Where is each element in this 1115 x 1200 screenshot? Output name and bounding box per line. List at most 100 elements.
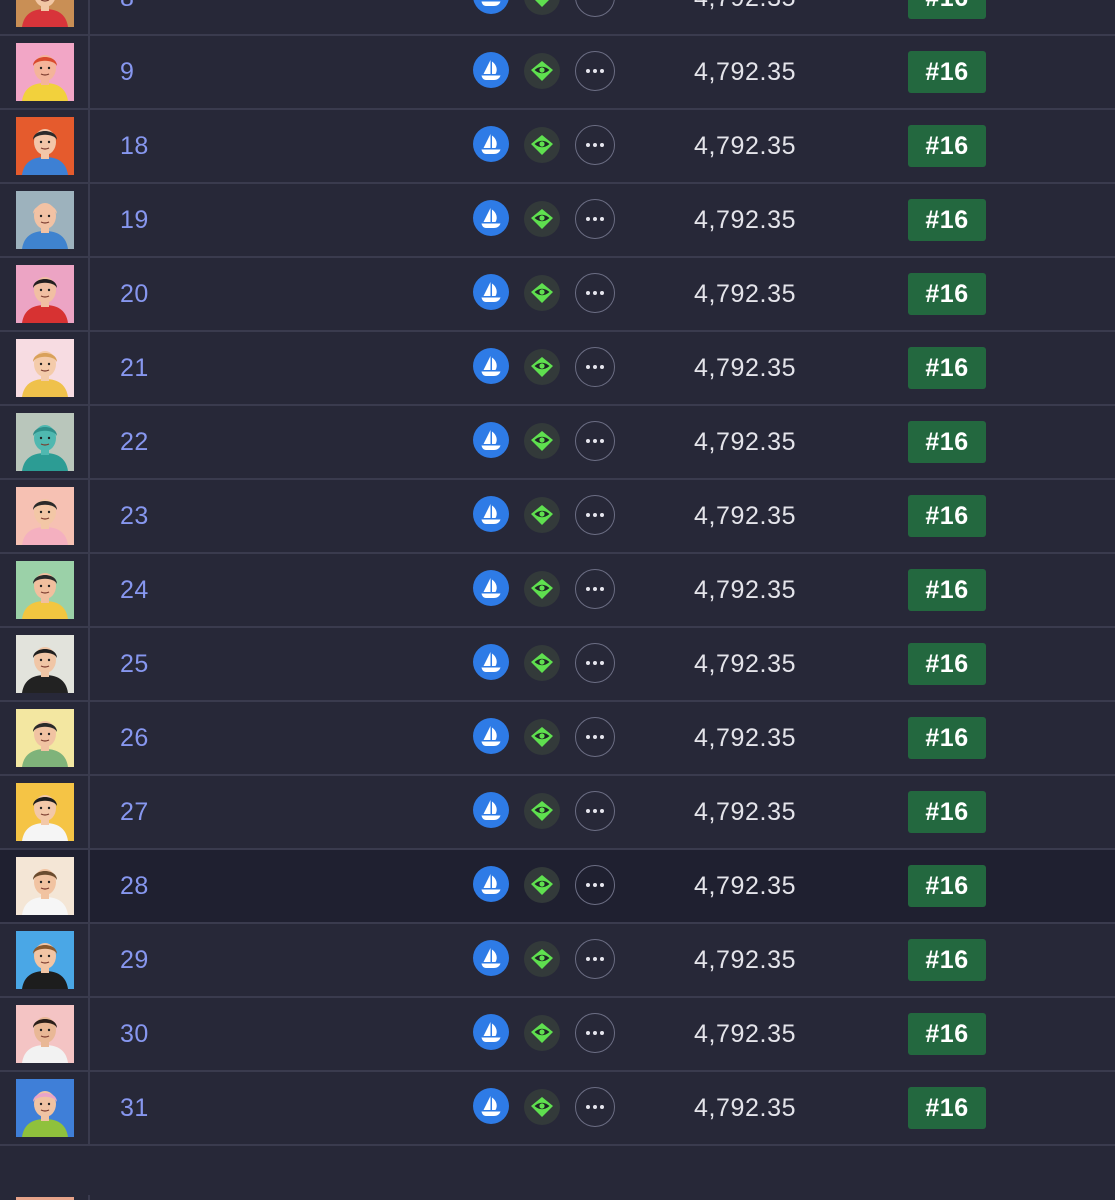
avatar-thumbnail[interactable] [16, 1079, 74, 1137]
eye-icon[interactable] [524, 1089, 560, 1125]
more-options-button[interactable] [575, 199, 615, 239]
eye-icon[interactable] [524, 349, 560, 385]
table-row-18[interactable]: 18 4,792.35 #16 [0, 110, 1115, 184]
eye-icon[interactable] [524, 867, 560, 903]
more-options-button[interactable] [575, 273, 615, 313]
table-row-31[interactable]: 31 4,792.35 #16 [0, 1072, 1115, 1146]
opensea-icon[interactable] [473, 200, 509, 236]
opensea-icon[interactable] [473, 422, 509, 458]
opensea-icon[interactable] [473, 644, 509, 680]
opensea-icon[interactable] [473, 348, 509, 384]
token-id-link[interactable]: 26 [120, 702, 149, 774]
avatar-thumbnail[interactable] [16, 117, 74, 175]
more-options-button[interactable] [575, 569, 615, 609]
eye-icon[interactable] [524, 793, 560, 829]
token-id-link[interactable]: 25 [120, 628, 149, 700]
token-id-link[interactable]: 22 [120, 406, 149, 478]
table-row-24[interactable]: 24 4,792.35 #16 [0, 554, 1115, 628]
table-row-30[interactable]: 30 4,792.35 #16 [0, 998, 1115, 1072]
more-options-button[interactable] [575, 347, 615, 387]
eye-icon[interactable] [524, 941, 560, 977]
table-row-28[interactable]: 28 4,792.35 #16 [0, 850, 1115, 924]
table-row-9[interactable]: 9 4,792.35 #16 [0, 36, 1115, 110]
avatar-thumbnail[interactable] [16, 635, 74, 693]
eye-icon[interactable] [524, 423, 560, 459]
eye-icon[interactable] [524, 53, 560, 89]
table-row-21[interactable]: 21 4,792.35 #16 [0, 332, 1115, 406]
opensea-icon[interactable] [473, 792, 509, 828]
avatar-thumbnail[interactable] [16, 413, 74, 471]
avatar-thumbnail[interactable] [16, 783, 74, 841]
eye-icon[interactable] [524, 571, 560, 607]
more-options-button[interactable] [575, 1013, 615, 1053]
rank-badge: #16 [908, 0, 986, 19]
token-id-link[interactable]: 19 [120, 184, 149, 256]
eye-icon[interactable] [524, 275, 560, 311]
opensea-icon[interactable] [473, 570, 509, 606]
more-options-button[interactable] [575, 865, 615, 905]
opensea-icon[interactable] [473, 1014, 509, 1050]
more-options-button[interactable] [575, 421, 615, 461]
more-options-button[interactable] [575, 125, 615, 165]
avatar-thumbnail[interactable] [16, 191, 74, 249]
avatar-thumbnail[interactable] [16, 43, 74, 101]
table-row-22[interactable]: 22 4,792.35 #16 [0, 406, 1115, 480]
token-id-link[interactable]: 21 [120, 332, 149, 404]
eye-icon[interactable] [524, 497, 560, 533]
opensea-icon[interactable] [473, 940, 509, 976]
table-row-25[interactable]: 25 4,792.35 #16 [0, 628, 1115, 702]
avatar-thumbnail[interactable] [16, 339, 74, 397]
avatar-thumbnail[interactable] [16, 709, 74, 767]
eye-icon[interactable] [524, 1015, 560, 1051]
token-id-link[interactable]: 30 [120, 998, 149, 1070]
avatar-thumbnail[interactable] [16, 0, 74, 27]
more-options-button[interactable] [575, 791, 615, 831]
token-id-link[interactable]: 9 [120, 36, 134, 108]
avatar-thumbnail[interactable] [16, 857, 74, 915]
avatar-thumbnail[interactable] [16, 931, 74, 989]
avatar-thumbnail[interactable] [16, 561, 74, 619]
opensea-icon[interactable] [473, 52, 509, 88]
eye-icon[interactable] [524, 201, 560, 237]
table-row-23[interactable]: 23 4,792.35 #16 [0, 480, 1115, 554]
eye-icon[interactable] [524, 0, 560, 15]
token-id-link[interactable]: 23 [120, 480, 149, 552]
opensea-icon[interactable] [473, 866, 509, 902]
token-id-link[interactable]: 27 [120, 776, 149, 848]
token-id-link[interactable]: 8 [120, 0, 134, 34]
rank-badge: #16 [908, 717, 986, 759]
eye-icon[interactable] [524, 645, 560, 681]
token-id-link[interactable]: 31 [120, 1072, 149, 1144]
table-row-29[interactable]: 29 4,792.35 #16 [0, 924, 1115, 998]
token-id-link[interactable]: 18 [120, 110, 149, 182]
table-row-19[interactable]: 19 4,792.35 #16 [0, 184, 1115, 258]
avatar-thumbnail[interactable] [16, 265, 74, 323]
token-id-link[interactable]: 29 [120, 924, 149, 996]
table-row-26[interactable]: 26 4,792.35 #16 [0, 702, 1115, 776]
opensea-icon[interactable] [473, 1088, 509, 1124]
token-id-link[interactable]: 20 [120, 258, 149, 330]
more-options-button[interactable] [575, 717, 615, 757]
avatar-thumbnail[interactable] [16, 487, 74, 545]
opensea-icon[interactable] [473, 126, 509, 162]
eye-icon[interactable] [524, 719, 560, 755]
opensea-icon[interactable] [473, 0, 509, 14]
more-options-button[interactable] [575, 495, 615, 535]
token-id-link[interactable]: 24 [120, 554, 149, 626]
opensea-icon[interactable] [473, 274, 509, 310]
table-row-27[interactable]: 27 4,792.35 #16 [0, 776, 1115, 850]
more-options-button[interactable] [575, 939, 615, 979]
price-value: 4,792.35 [694, 0, 796, 34]
more-options-button[interactable] [575, 0, 615, 17]
table-row-8[interactable]: 8 4,792.35 #16 [0, 0, 1115, 36]
opensea-icon[interactable] [473, 718, 509, 754]
more-options-button[interactable] [575, 643, 615, 683]
more-options-button[interactable] [575, 1087, 615, 1127]
dot-icon [586, 735, 590, 739]
eye-icon[interactable] [524, 127, 560, 163]
avatar-thumbnail[interactable] [16, 1005, 74, 1063]
more-options-button[interactable] [575, 51, 615, 91]
token-id-link[interactable]: 28 [120, 850, 149, 922]
table-row-20[interactable]: 20 4,792.35 #16 [0, 258, 1115, 332]
opensea-icon[interactable] [473, 496, 509, 532]
